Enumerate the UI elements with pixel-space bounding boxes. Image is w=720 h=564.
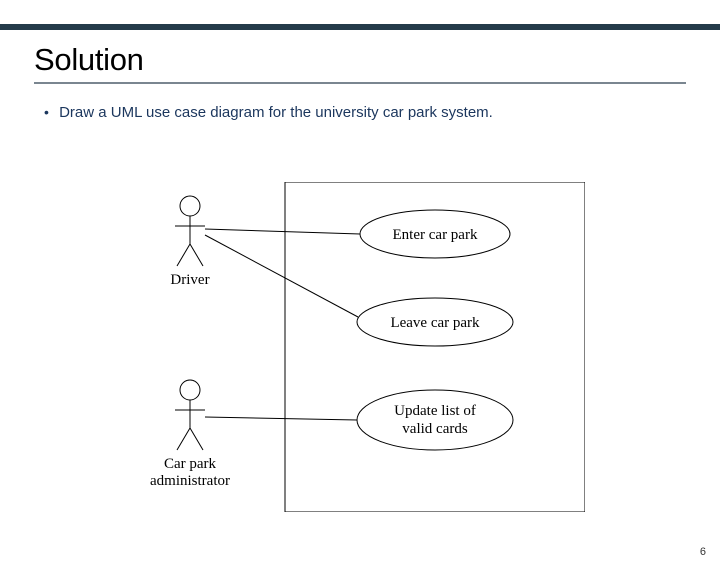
assoc-driver-enter xyxy=(205,229,360,234)
usecase-update-label-2: valid cards xyxy=(402,421,468,437)
usecase-update: Update list of valid cards xyxy=(357,390,513,450)
assoc-driver-leave xyxy=(205,235,358,317)
bullet-item: • Draw a UML use case diagram for the un… xyxy=(44,104,720,121)
actor-driver: Driver xyxy=(170,196,209,288)
bullet-text: Draw a UML use case diagram for the univ… xyxy=(59,104,493,121)
actor-admin-label-1: Car park xyxy=(164,456,217,472)
title-underline xyxy=(34,82,686,84)
actor-admin-label-2: administrator xyxy=(150,473,230,489)
uml-diagram: Driver Car park administrator Enter car … xyxy=(135,182,585,512)
usecase-leave-label: Leave car park xyxy=(390,315,480,331)
page-title: Solution xyxy=(34,42,720,78)
bullet-dot: • xyxy=(44,104,49,120)
assoc-admin-update xyxy=(205,417,357,420)
actor-admin: Car park administrator xyxy=(150,380,230,489)
page-number: 6 xyxy=(700,546,706,558)
usecase-enter-label: Enter car park xyxy=(393,227,478,243)
actor-driver-label: Driver xyxy=(170,272,209,288)
accent-bar xyxy=(0,24,720,30)
usecase-leave: Leave car park xyxy=(357,298,513,346)
usecase-enter: Enter car park xyxy=(360,210,510,258)
usecase-update-label-1: Update list of xyxy=(394,403,476,419)
